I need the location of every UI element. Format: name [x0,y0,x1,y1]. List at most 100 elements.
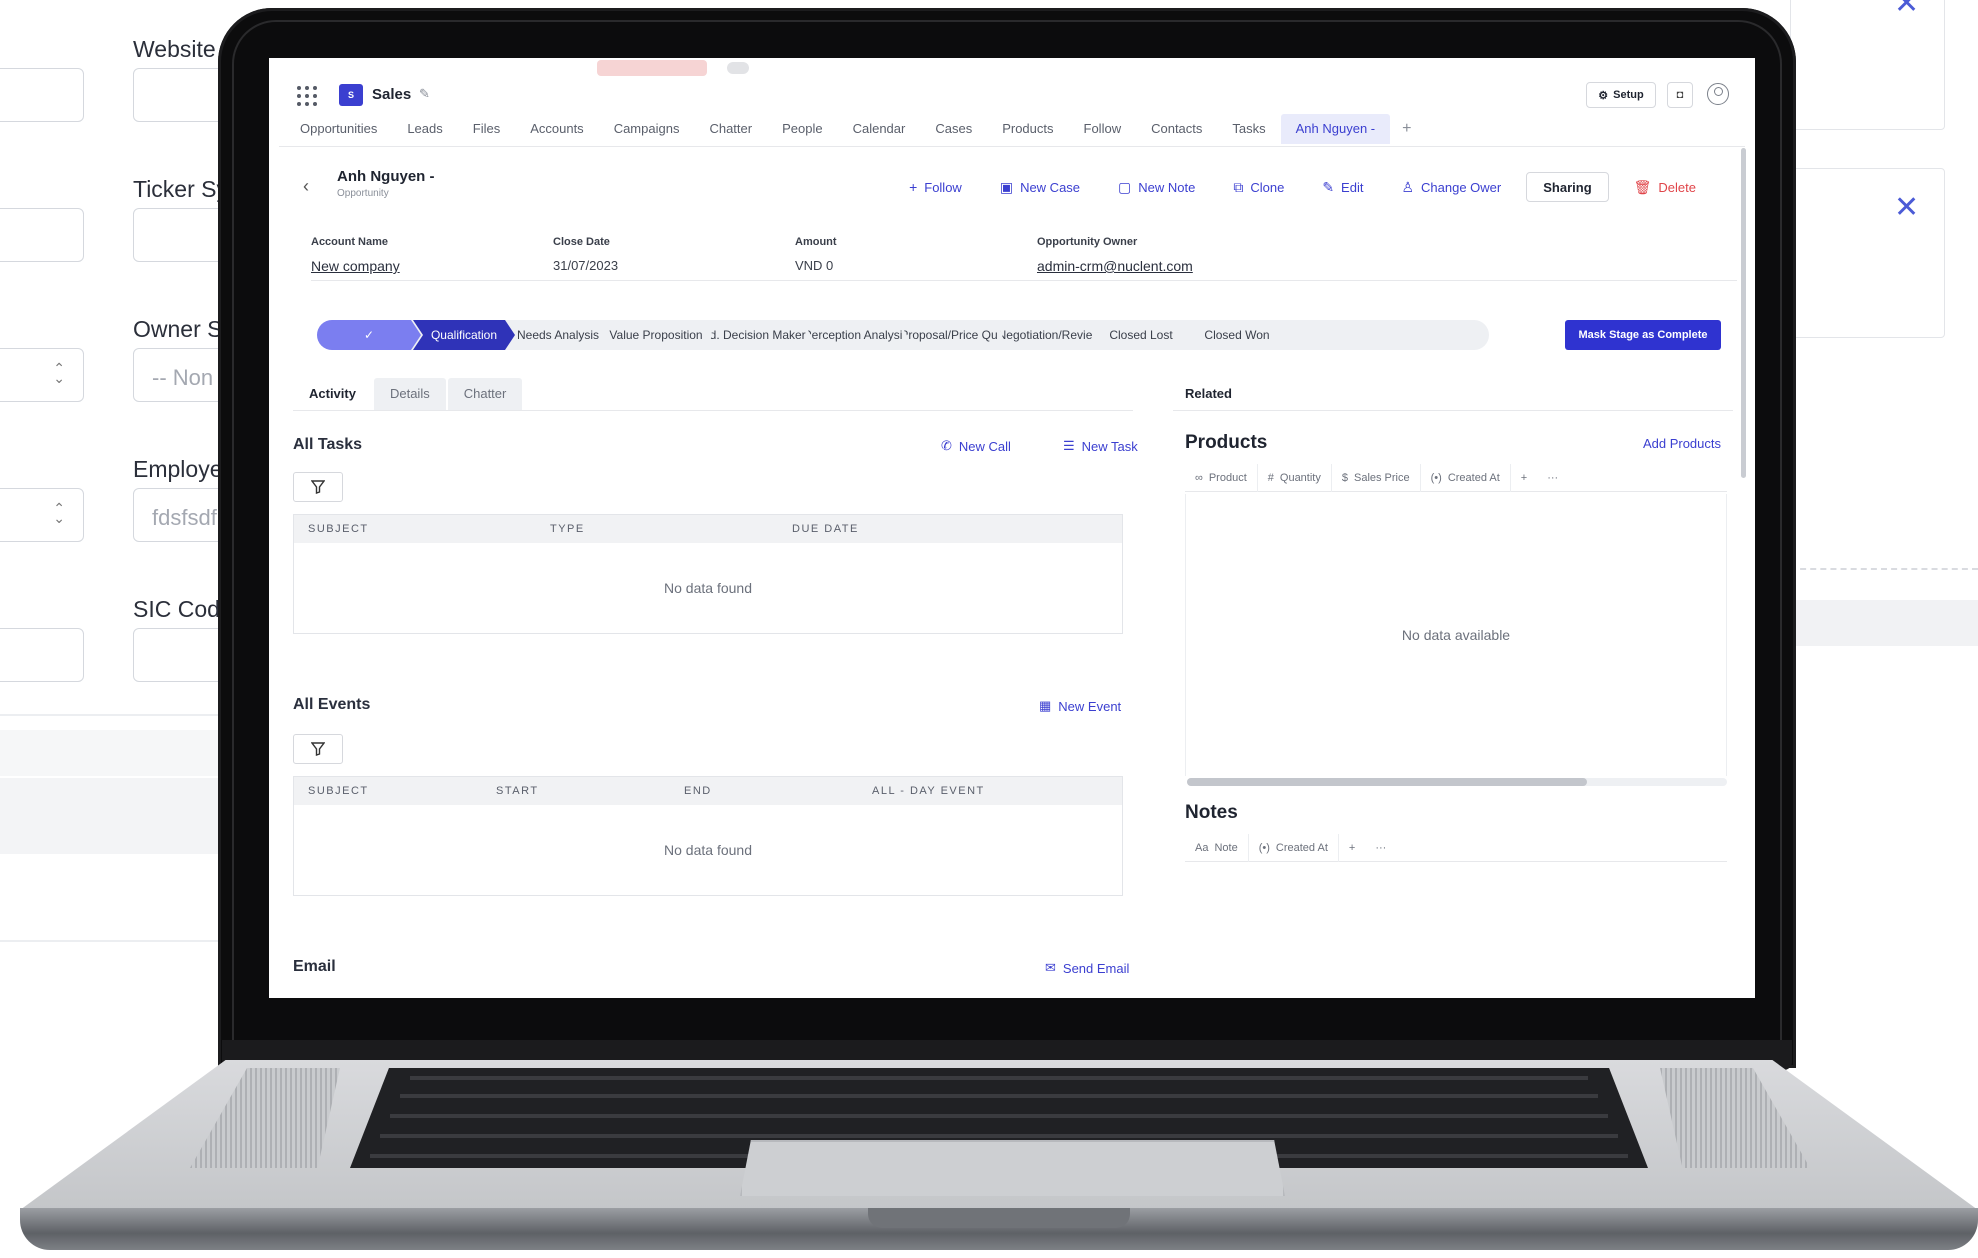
column-header[interactable]: $ Sales Price [1332,463,1421,492]
send-email-button[interactable]: ✉ Send Email [1045,960,1129,976]
tab-files[interactable]: Files [458,114,515,144]
follow-label: Follow [924,179,962,195]
empty-state: No data available [1185,494,1727,776]
key-row [390,1114,1608,1118]
mark-stage-complete-button[interactable]: Mask Stage as Complete [1565,320,1721,350]
column-header[interactable]: (•) Created At [1249,833,1339,862]
tab-tasks[interactable]: Tasks [1217,114,1280,144]
follow-button[interactable]: + Follow [890,172,981,202]
left-field-1[interactable] [0,68,84,122]
all-tasks-title: All Tasks [293,436,363,453]
path-stage[interactable]: Negotiation/Revie [993,320,1097,350]
clone-button[interactable]: ⧉ Clone [1214,172,1303,202]
new-note-button[interactable]: ▢ New Note [1099,172,1214,202]
text-icon: Aa [1195,841,1209,854]
vertical-scrollbar[interactable] [1741,148,1746,478]
add-tab-icon[interactable]: + [1390,120,1423,138]
owner-label: Owner S [133,316,223,342]
account-name-link[interactable]: New company [311,258,400,274]
laptop-notch [868,1208,1130,1228]
tab-opportunities[interactable]: Opportunities [285,114,392,144]
tab-calendar[interactable]: Calendar [838,114,921,144]
delete-button[interactable]: 🗑 Delete [1615,172,1715,202]
left-select-1[interactable]: ⌃ ⌄ [0,348,84,402]
close-icon[interactable]: ✕ [1894,0,1919,21]
activity-panel: Activity Details Chatter All Tasks ✆ New … [293,378,1138,998]
path-stage-complete[interactable]: ✓ [317,320,421,350]
edit-pencil-icon[interactable]: ✎ [419,86,430,102]
app-launcher-icon[interactable] [297,86,317,106]
tab-anh-nguyen[interactable]: Anh Nguyen - [1280,114,1391,144]
change-owner-button[interactable]: ♙ Change Ower [1382,172,1520,202]
table-header: SUBJECT TYPE DUE DATE [294,515,1122,543]
background-tab [727,62,749,74]
column-header[interactable]: (•) Created At [1421,463,1511,492]
new-event-button[interactable]: ▦ New Event [1039,698,1121,714]
tab-follow[interactable]: Follow [1069,114,1137,144]
add-column-button[interactable]: + [1511,464,1537,492]
tab-campaigns[interactable]: Campaigns [599,114,695,144]
add-products-button[interactable]: Add Products [1643,436,1721,451]
background-tab [597,60,707,76]
horizontal-scrollbar[interactable] [1187,778,1727,786]
path-stage[interactable]: Closed Won [1185,320,1289,350]
sharing-button[interactable]: Sharing [1526,172,1609,202]
setup-button[interactable]: ⚙ Setup [1586,82,1656,108]
user-icon: ♙ [1401,178,1415,195]
tab-details[interactable]: Details [373,378,446,410]
back-chevron-icon[interactable]: ‹ [303,176,309,197]
column-header: DUE DATE [792,523,859,535]
column-header[interactable]: # Quantity [1258,463,1332,492]
path-stage[interactable]: Proposal/Price Qu [897,320,1001,350]
filter-button[interactable] [293,472,343,502]
tab-leads[interactable]: Leads [392,114,457,144]
new-case-button[interactable]: ▣ New Case [981,172,1099,202]
left-field-3[interactable] [0,628,84,682]
tab-activity[interactable]: Activity [293,378,372,410]
path-stage[interactable]: Qualification [413,320,515,350]
notifications-button[interactable]: ◘ [1667,82,1693,108]
path-stage[interactable]: Perception Analysi [801,320,905,350]
new-call-label: New Call [958,438,1011,454]
tab-chatter[interactable]: Chatter [694,114,767,144]
path-stage[interactable]: Needs Analysis [507,320,609,350]
tab-accounts[interactable]: Accounts [515,114,598,144]
path-stage[interactable]: Value Proposition [601,320,711,350]
new-task-button[interactable]: ☰ New Task [1063,438,1138,454]
owner-email-link[interactable]: admin-crm@nuclent.com [1037,258,1193,274]
scrollbar-thumb[interactable] [1187,778,1587,786]
record-actions: + Follow ▣ New Case ▢ New Note ⧉ Clone ✎ Edit… [890,172,1715,202]
employees-value: fdsfsdf [152,505,217,530]
path-stage[interactable]: Id. Decision Maker [703,320,809,350]
filter-icon [311,480,325,494]
tab-contacts[interactable]: Contacts [1136,114,1217,144]
tab-chatter[interactable]: Chatter [447,378,523,410]
tab-cases[interactable]: Cases [920,114,987,144]
new-event-label: New Event [1058,698,1122,714]
column-label: Created At [1275,841,1328,854]
edit-button[interactable]: ✎ Edit [1303,172,1382,202]
left-select-2[interactable]: ⌃ ⌄ [0,488,84,542]
more-button[interactable]: ··· [1537,464,1568,492]
ticker-label: Ticker Sy [133,176,228,202]
column-header[interactable]: ∞ Product [1185,463,1258,492]
tab-related[interactable]: Related [1173,378,1244,410]
trash-icon: 🗑 [1633,178,1652,195]
new-call-button[interactable]: ✆ New Call [941,438,1011,454]
trackpad [740,1140,1285,1196]
mail-icon: ✉ [1045,960,1056,975]
user-avatar-icon[interactable] [1707,83,1729,105]
left-field-2[interactable] [0,208,84,262]
field-label: Amount [795,236,837,248]
edit-label: Edit [1341,179,1364,195]
path-stage[interactable]: Closed Lost [1089,320,1193,350]
column-header[interactable]: Aa Note [1185,833,1249,862]
tab-people[interactable]: People [767,114,837,144]
more-button[interactable]: ··· [1365,834,1396,862]
hash-icon: # [1267,471,1274,484]
tab-products[interactable]: Products [987,114,1068,144]
plus-icon: + [909,179,918,195]
add-column-button[interactable]: + [1339,834,1365,862]
close-icon[interactable]: ✕ [1894,190,1919,225]
filter-button[interactable] [293,734,343,764]
